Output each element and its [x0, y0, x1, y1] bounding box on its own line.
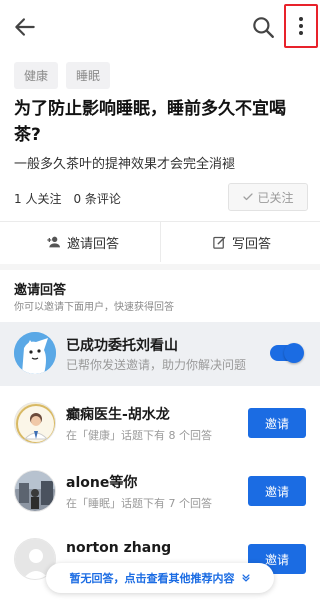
photo-avatar-icon: [15, 471, 55, 511]
user-description: 在「健康」话题下有 8 个回答: [66, 429, 212, 442]
arrow-left-icon: [15, 18, 35, 36]
section-gap: [0, 264, 320, 270]
avatar: [14, 470, 56, 512]
invite-button[interactable]: 邀请: [248, 476, 306, 506]
avatar: [14, 332, 56, 374]
list-item[interactable]: 癫痫医生-胡水龙 在「健康」话题下有 8 个回答 邀请: [0, 396, 320, 458]
delegate-row: 已成功委托刘看山 已帮你发送邀请，助力你解决问题: [0, 322, 320, 386]
add-user-icon: [47, 236, 60, 248]
doctor-avatar-icon: [15, 403, 55, 443]
delegate-toggle[interactable]: [270, 343, 304, 363]
top-bar: [0, 0, 320, 54]
more-options-button[interactable]: [284, 4, 318, 48]
write-answer-label: 写回答: [232, 236, 272, 252]
invite-section-subtitle: 你可以邀请下面用户，快速获得回答: [14, 302, 174, 313]
invite-section-title: 邀请回答: [14, 283, 67, 298]
user-name: alone等你: [66, 475, 138, 491]
followed-label: 已关注: [257, 190, 294, 205]
search-icon: [253, 17, 274, 38]
invite-button[interactable]: 邀请: [248, 408, 306, 438]
topic-tags: 健康 睡眠: [14, 62, 111, 89]
banner-text: 暂无回答，点击查看其他推荐内容: [69, 572, 235, 585]
list-item[interactable]: alone等你 在「睡眠」话题下有 7 个回答 邀请: [0, 464, 320, 526]
back-button[interactable]: [12, 14, 38, 40]
tag-sleep[interactable]: 睡眠: [66, 62, 111, 89]
no-answer-banner[interactable]: 暂无回答，点击查看其他推荐内容: [46, 563, 274, 593]
comment-count[interactable]: 0 条评论: [73, 190, 120, 207]
user-name: 癫痫医生-胡水龙: [66, 407, 170, 423]
check-icon: [243, 193, 254, 201]
delegate-description: 已帮你发送邀请，助力你解决问题: [66, 358, 247, 372]
delegate-name: 已成功委托刘看山: [66, 338, 178, 354]
follower-count: 1 人关注: [14, 192, 62, 206]
question-meta: 1 人关注 0 条评论: [14, 190, 121, 207]
tag-health[interactable]: 健康: [14, 62, 59, 89]
more-dot: [299, 31, 303, 35]
user-description: 在「睡眠」话题下有 7 个回答: [66, 497, 212, 510]
more-vertical-icon: [299, 17, 303, 21]
question-title: 为了防止影响睡眠，睡前多久不宜喝茶?: [14, 99, 286, 145]
chevron-double-down-icon: [241, 574, 250, 582]
mascot-avatar-icon: [14, 332, 56, 374]
invite-answer-label: 邀请回答: [67, 236, 120, 252]
action-separator: [160, 222, 161, 262]
user-name: norton zhang: [66, 540, 172, 556]
avatar: [14, 402, 56, 444]
edit-icon: [213, 236, 226, 249]
search-button[interactable]: [250, 14, 276, 40]
more-dot: [299, 24, 303, 28]
followed-button[interactable]: 已关注: [228, 183, 308, 211]
question-description: 一般多久茶叶的提神效果才会完全消褪: [14, 157, 236, 172]
write-answer-button[interactable]: 写回答: [212, 226, 271, 258]
invite-answer-button[interactable]: 邀请回答: [46, 226, 119, 258]
